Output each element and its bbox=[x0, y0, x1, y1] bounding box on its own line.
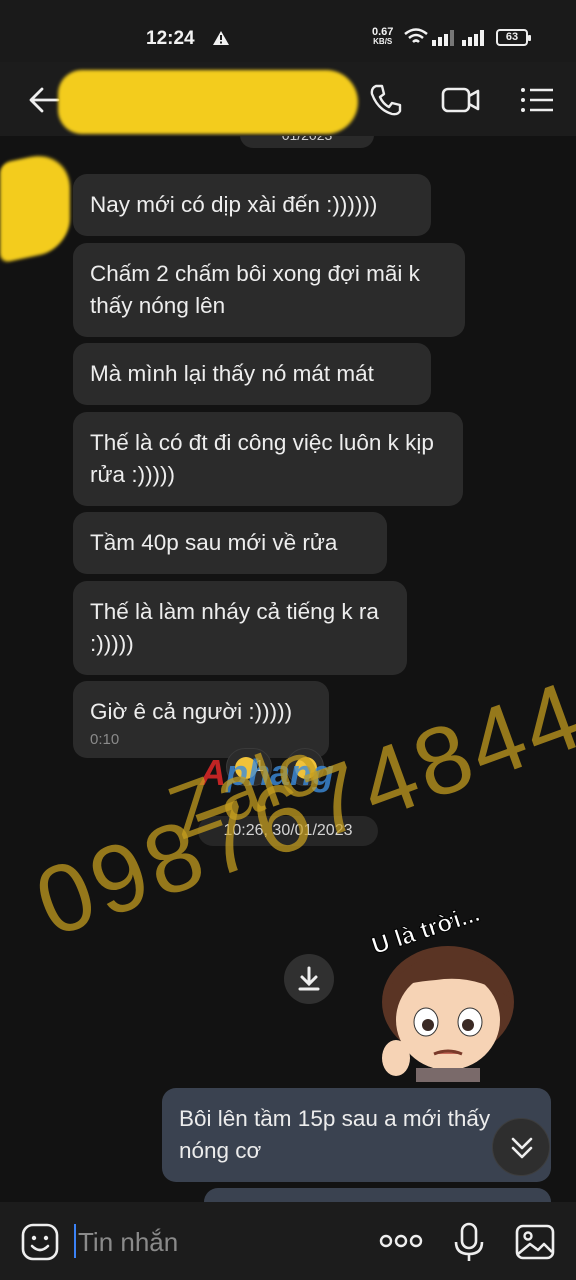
microphone-icon[interactable] bbox=[452, 1222, 486, 1262]
signal-icon bbox=[432, 30, 454, 46]
double-chevron-down-icon bbox=[511, 1137, 533, 1159]
message-text: Chấm 2 chấm bôi xong đợi mãi k thấy nóng… bbox=[90, 261, 420, 318]
network-speed: 0.67 KB/S bbox=[372, 27, 393, 47]
video-camera-icon[interactable] bbox=[440, 82, 482, 118]
warning-icon bbox=[213, 31, 229, 45]
wifi-icon bbox=[404, 28, 428, 43]
scroll-to-bottom-button[interactable] bbox=[492, 1118, 550, 1176]
input-bar bbox=[0, 1202, 576, 1280]
battery-icon: 63 bbox=[496, 29, 531, 46]
message-text: Giờ ê cả người :))))) bbox=[90, 699, 293, 724]
list-menu-icon[interactable] bbox=[518, 82, 556, 118]
signal-icon-2 bbox=[462, 30, 484, 46]
message-bubble[interactable]: Thế là làm nháy cả tiếng k ra :))))) bbox=[73, 581, 407, 675]
message-text: Nay mới có dịp xài đến :)))))) bbox=[90, 192, 378, 217]
contact-name-redacted[interactable] bbox=[58, 70, 358, 134]
emoji-icon[interactable] bbox=[20, 1222, 60, 1262]
message-text: Mà mình lại thấy nó mát mát bbox=[90, 361, 374, 386]
phone-icon[interactable] bbox=[368, 82, 404, 118]
status-bar: 12:24 0.67 KB/S 63 bbox=[0, 0, 576, 62]
text-caret bbox=[74, 1224, 76, 1258]
message-input[interactable] bbox=[78, 1222, 358, 1262]
sent-message-bubble[interactable] bbox=[204, 1188, 551, 1202]
download-button[interactable] bbox=[284, 954, 334, 1004]
chat-header bbox=[0, 62, 576, 136]
speed-value: 0.67 bbox=[372, 26, 394, 38]
date-separator-top: 01/2023 bbox=[240, 136, 374, 148]
message-bubble[interactable]: Mà mình lại thấy nó mát mát bbox=[73, 343, 431, 405]
message-bubble[interactable]: Tầm 40p sau mới về rửa bbox=[73, 512, 387, 574]
message-text: Tầm 40p sau mới về rửa bbox=[90, 530, 338, 555]
sticker-drawing: U là trời... bbox=[368, 899, 514, 1082]
message-text: Thế là có đt đi công việc luôn k kịp rửa… bbox=[90, 430, 434, 487]
avatar-redacted[interactable] bbox=[0, 148, 70, 264]
download-icon bbox=[298, 966, 320, 991]
more-dots-icon[interactable] bbox=[378, 1226, 424, 1256]
image-icon[interactable] bbox=[514, 1222, 556, 1262]
back-arrow-icon[interactable] bbox=[26, 82, 62, 118]
message-bubble[interactable]: Chấm 2 chấm bôi xong đợi mãi k thấy nóng… bbox=[73, 243, 465, 337]
speed-unit: KB/S bbox=[373, 37, 393, 46]
status-time: 12:24 bbox=[146, 28, 195, 49]
message-text: Bôi lên tầm 15p sau a mới thấy nóng cơ bbox=[179, 1106, 491, 1163]
message-bubble[interactable]: Thế là có đt đi công việc luôn k kịp rửa… bbox=[73, 412, 463, 506]
message-text: Thế là làm nháy cả tiếng k ra :))))) bbox=[90, 599, 379, 656]
message-bubble[interactable]: Nay mới có dịp xài đến :)))))) bbox=[73, 174, 431, 236]
chat-area[interactable]: 01/2023 Nay mới có dịp xài đến :)))))) C… bbox=[0, 136, 576, 1202]
sticker-image[interactable]: U là trời... bbox=[356, 882, 532, 1082]
